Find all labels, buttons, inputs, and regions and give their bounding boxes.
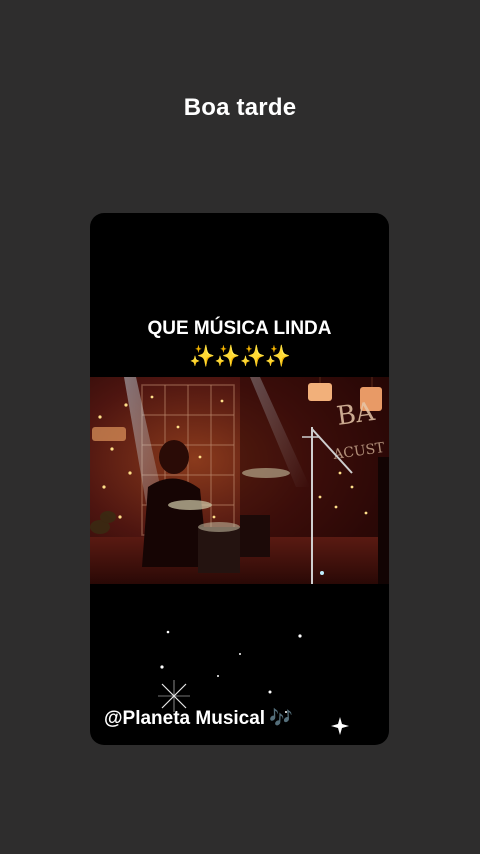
- credit-handle[interactable]: @Planeta Musical 🎶: [104, 706, 293, 730]
- concert-scene-image: BA ACUST: [90, 377, 389, 584]
- media-card[interactable]: QUE MÚSICA LINDA ✨✨✨✨ BA ACUST @Planeta …: [90, 213, 389, 745]
- post-caption: QUE MÚSICA LINDA: [147, 318, 332, 339]
- credit-text: @Planeta Musical: [104, 708, 266, 729]
- greeting-title: Boa tarde: [183, 94, 297, 121]
- svg-text:BA: BA: [335, 397, 378, 432]
- status-screen: Boa tarde QUE MÚSICA LINDA ✨✨✨✨ BA ACUST…: [0, 0, 480, 854]
- sparkles-emoji: ✨✨✨✨: [189, 345, 291, 368]
- concert-video-frame[interactable]: BA ACUST: [90, 377, 389, 584]
- musical-notes-icon: 🎶: [269, 708, 293, 729]
